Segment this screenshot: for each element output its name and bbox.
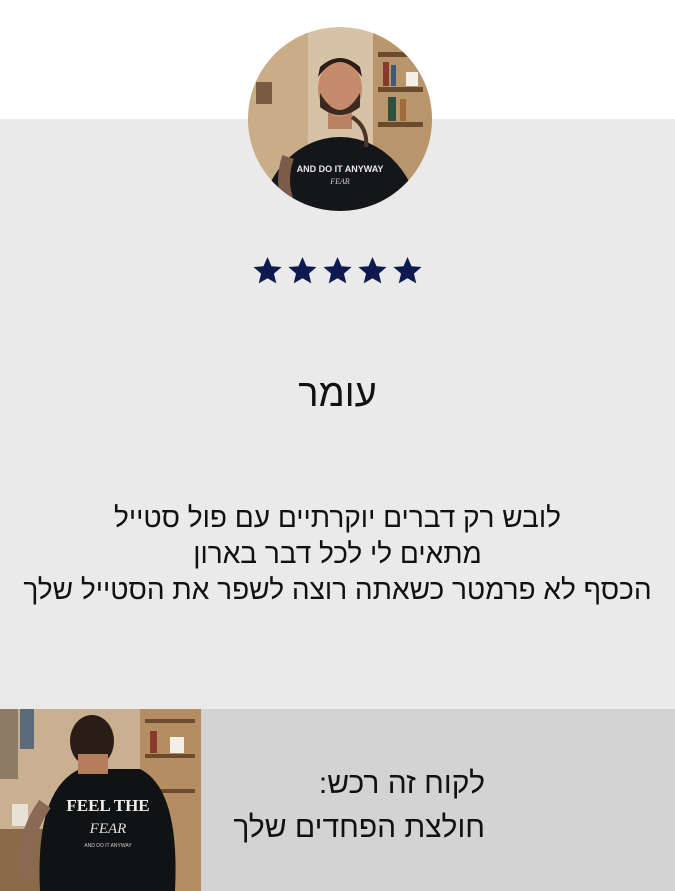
product-name-link[interactable]: חולצת הפחדים שלך: [233, 806, 485, 850]
rating-stars: [0, 255, 675, 286]
product-shirt-print-line2: FEAR: [89, 821, 127, 837]
product-shirt-print-line1: FEEL THE: [66, 796, 149, 815]
product-caption-panel: לקוח זה רכש: חולצת הפחדים שלך: [201, 709, 675, 891]
reviewer-avatar: AND DO IT ANYWAY FEAR: [248, 27, 432, 211]
star-icon: [358, 256, 387, 284]
product-photo[interactable]: FEEL THE FEAR AND DO IT ANYWAY: [0, 709, 201, 891]
star-icon: [323, 256, 352, 284]
star-icon: [253, 256, 282, 284]
review-text-line: הכסף לא פרמטר כשאתה רוצה לשפר את הסטייל …: [23, 574, 652, 605]
avatar-shirt-print-line2: FEAR: [329, 177, 350, 186]
reviewer-name: עומר: [298, 373, 377, 415]
review-text: לובש רק דברים יוקרתיים עם פול סטייל מתאי…: [0, 500, 675, 608]
star-icon: [288, 256, 317, 284]
review-text-line: לובש רק דברים יוקרתיים עם פול סטייל: [114, 502, 561, 533]
review-text-line: מתאים לי לכל דבר בארון: [193, 538, 482, 569]
product-shirt-print-line3: AND DO IT ANYWAY: [84, 843, 132, 849]
star-icon: [393, 256, 422, 284]
purchase-caption: לקוח זה רכש:: [318, 767, 485, 800]
avatar-shirt-print-line1: AND DO IT ANYWAY: [297, 164, 384, 174]
